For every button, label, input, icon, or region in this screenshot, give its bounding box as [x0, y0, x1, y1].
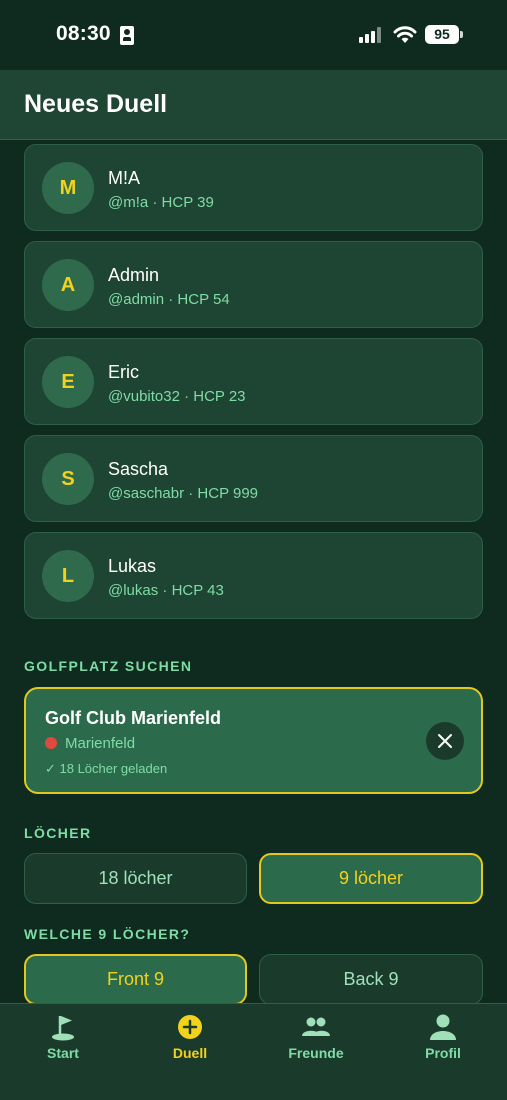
avatar: E — [42, 356, 94, 408]
tab-profil[interactable]: Profil — [393, 1012, 493, 1072]
tab-freunde[interactable]: Freunde — [266, 1012, 366, 1072]
holes-section-label: LÖCHER — [24, 825, 92, 841]
close-icon — [438, 734, 452, 748]
tab-bar: Start Duell Freunde Profil — [0, 1003, 507, 1100]
course-section-label: GOLFPLATZ SUCHEN — [24, 658, 193, 674]
friend-name: Admin — [108, 265, 160, 285]
tab-start[interactable]: Start — [13, 1012, 113, 1072]
battery-tip — [460, 31, 463, 38]
avatar: M — [42, 162, 94, 214]
flag-icon — [52, 1016, 74, 1041]
friend-card-admin[interactable]: A Admin @admin · HCP 54 — [24, 241, 483, 328]
status-bar: 08:30 95 — [0, 0, 507, 70]
holes-9-button[interactable]: 9 löcher — [259, 853, 483, 904]
course-location-text: Marienfeld — [65, 735, 136, 752]
avatar: A — [42, 259, 94, 311]
avatar: S — [42, 453, 94, 505]
battery-indicator: 95 — [425, 25, 459, 44]
friend-name: M!A — [108, 168, 141, 188]
tab-label: Freunde — [288, 1045, 344, 1061]
person-icon — [430, 1014, 456, 1040]
page-title: Neues Duell — [24, 90, 168, 118]
friend-handicap: @m!a · HCP 39 — [108, 194, 214, 211]
friend-name: Eric — [108, 362, 139, 382]
course-status: ✓ 18 Löcher geladen — [45, 761, 168, 776]
front-9-button[interactable]: Front 9 — [24, 954, 247, 1003]
clear-course-button[interactable] — [426, 722, 464, 760]
friend-name: Lukas — [108, 556, 157, 576]
location-pin-icon — [45, 737, 57, 749]
friend-card-eric[interactable]: E Eric @vubito32 · HCP 23 — [24, 338, 483, 425]
holes-18-button[interactable]: 18 löcher — [24, 853, 247, 904]
tab-label: Duell — [172, 1045, 208, 1061]
wifi-icon — [393, 26, 417, 43]
course-location: Marienfeld — [45, 735, 135, 752]
friends-icon — [302, 1017, 330, 1036]
tab-label: Profil — [425, 1045, 461, 1061]
friend-card-lukas[interactable]: L Lukas @lukas · HCP 43 — [24, 532, 483, 619]
friend-handicap: @admin · HCP 54 — [108, 291, 230, 308]
course-name: Golf Club Marienfeld — [45, 708, 222, 728]
friend-handicap: @lukas · HCP 43 — [108, 582, 224, 599]
friend-name: Sascha — [108, 459, 169, 479]
cellular-signal-icon — [359, 27, 383, 43]
status-time: 08:30 — [56, 22, 111, 45]
friend-card-sascha[interactable]: S Sascha @saschabr · HCP 999 — [24, 435, 483, 522]
id-card-icon — [120, 26, 134, 45]
friend-handicap: @saschabr · HCP 999 — [108, 485, 259, 502]
avatar: L — [42, 550, 94, 602]
tab-duell[interactable]: Duell — [140, 1012, 240, 1072]
friend-handicap: @vubito32 · HCP 23 — [108, 388, 246, 405]
friend-card-mia[interactable]: M M!A @m!a · HCP 39 — [24, 144, 483, 231]
plus-circle-icon — [178, 1015, 202, 1039]
nine-section-label: WELCHE 9 LÖCHER? — [24, 926, 191, 942]
back-9-button[interactable]: Back 9 — [259, 954, 483, 1003]
app-header: Neues Duell — [0, 70, 507, 140]
scroll-content[interactable]: M M!A @m!a · HCP 39 A Admin @admin · HCP… — [0, 141, 507, 1003]
tab-label: Start — [47, 1045, 79, 1061]
selected-course-card[interactable]: Golf Club Marienfeld Marienfeld ✓ 18 Löc… — [24, 687, 483, 794]
